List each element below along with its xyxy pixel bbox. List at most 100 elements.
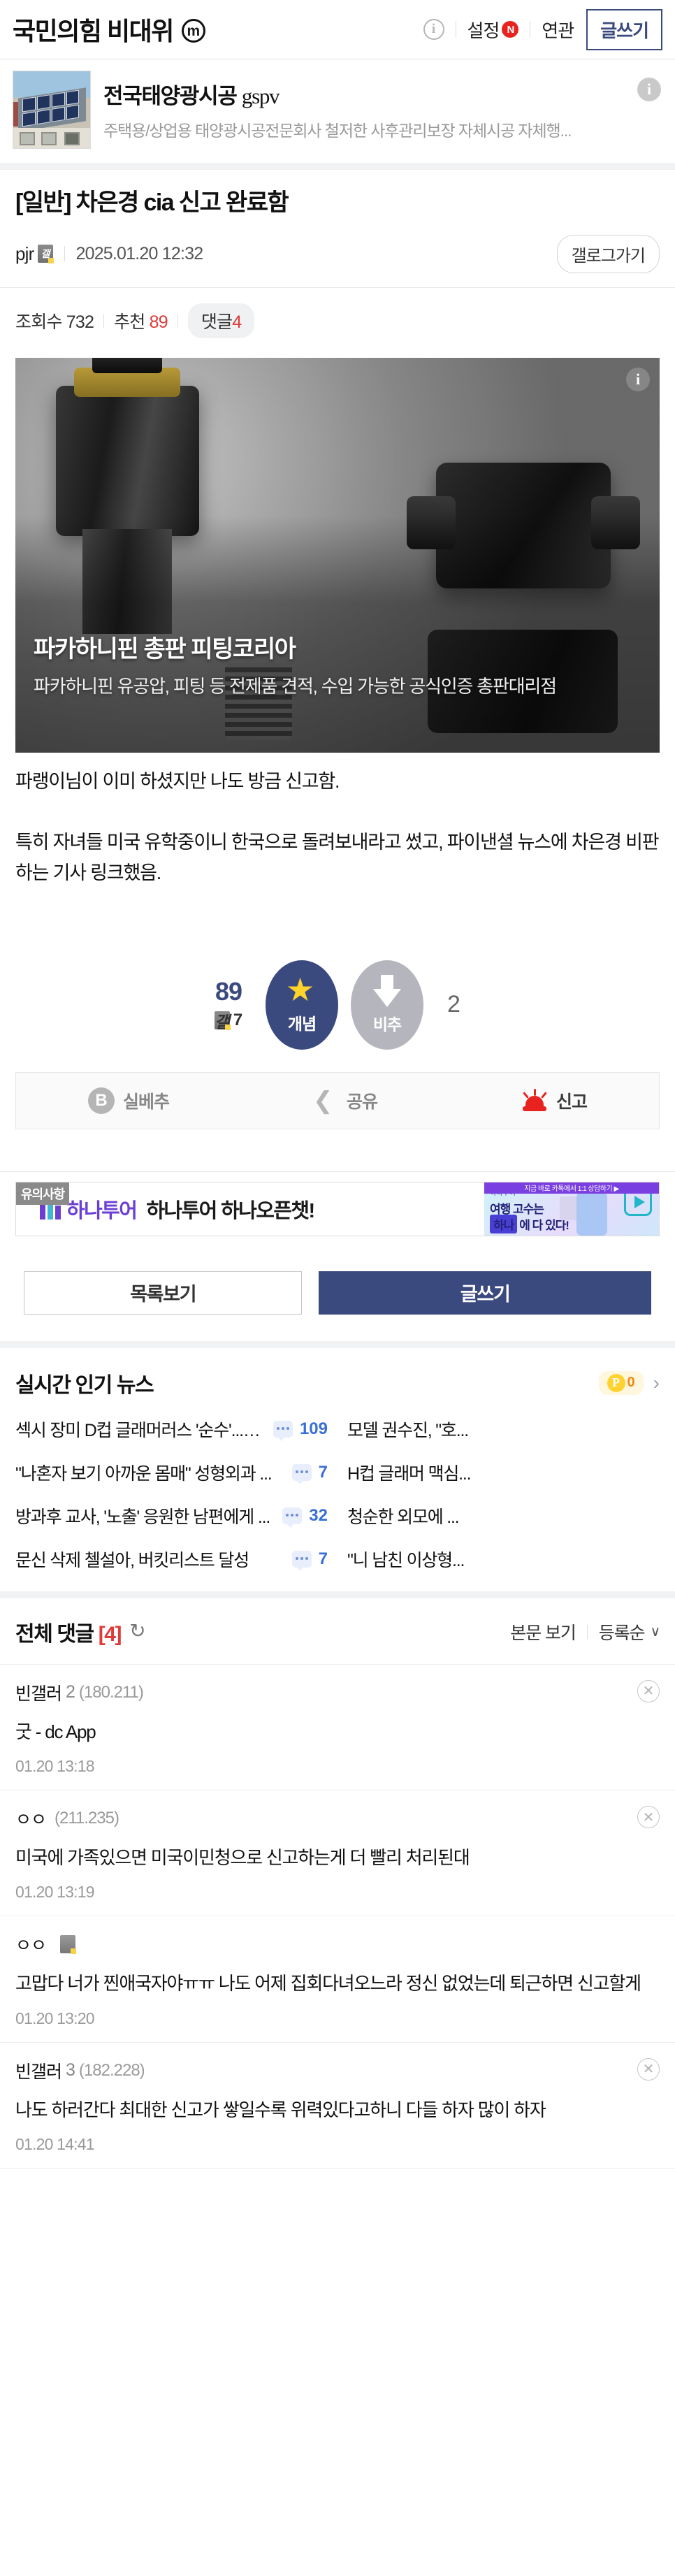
news-item[interactable]: H컵 글래머 맥심...	[347, 1460, 660, 1485]
downvote-label: 비추	[372, 1015, 402, 1034]
news-list: 섹시 장미 D컵 글래머러스 '순수'...새... 109 모델 권수진, "…	[15, 1417, 660, 1572]
app-header: 국민의힘 비대위 m i 설정 N 연관 글쓰기	[0, 0, 675, 59]
comment-author[interactable]: 빈갤러 3 (182.228)	[15, 2058, 660, 2083]
refresh-icon[interactable]: ↻	[129, 1621, 150, 1642]
comments-controls: 본문 보기 등록순 ∨	[510, 1619, 660, 1644]
arrow-down-icon	[373, 974, 401, 1007]
upvote-count-block: 89 갤 7	[204, 977, 253, 1032]
comment-item: 빈갤러 3 (182.228) 나도 하러간다 최대한 신고가 쌓일수록 위력있다…	[0, 2043, 675, 2169]
hana-cta-strip[interactable]: 지금 바로 카톡에서 1:1 상담하기 ▶	[484, 1182, 659, 1194]
close-icon[interactable]: ✕	[637, 1806, 660, 1828]
recommend-label: 추천	[114, 312, 145, 332]
point-badge[interactable]: P 0	[598, 1370, 644, 1395]
news-item-title: 청순한 외모에 ...	[347, 1507, 460, 1527]
top-banner-ad[interactable]: 전국태양광시공 gspv 주택용/상업용 태양광시공전문회사 철저한 사후관리보…	[0, 59, 675, 170]
silbechu-button[interactable]: B 실베추	[87, 1087, 170, 1114]
new-badge-icon: N	[502, 21, 519, 38]
header-write-button[interactable]: 글쓰기	[586, 8, 662, 50]
comment-time: 01.20 14:41	[15, 2134, 95, 2153]
hana-ad-image: 지금 바로 카톡에서 1:1 상담하기 ▶ 하나투어 여행 고수는 하나 에 다…	[484, 1182, 659, 1236]
downvote-button[interactable]: 비추	[351, 960, 423, 1050]
comments-title: 전체 댓글 [4]	[15, 1616, 122, 1647]
news-item[interactable]: 방과후 교사, '노출' 응원한 남편에게 ... 32	[15, 1503, 328, 1528]
post-body: 파랭이님이 이미 하셨지만 나도 방금 신고함. 특히 자녀들 미국 유학중이니…	[0, 753, 675, 889]
view-body-button[interactable]: 본문 보기	[510, 1619, 576, 1644]
report-button[interactable]: 신고	[521, 1088, 588, 1113]
settings-link[interactable]: 설정 N	[467, 17, 519, 43]
comment-bubble-icon	[282, 1507, 303, 1528]
news-item[interactable]: 청순한 외모에 ...	[347, 1503, 660, 1528]
comments-sort-select[interactable]: 등록순 ∨	[599, 1619, 660, 1644]
comment-author[interactable]: 빈갤러 2 (180.211)	[15, 1680, 660, 1705]
post-header: [일반] 차은경 cia 신고 완료함 pjr 갤 2025.01.20 12:…	[0, 170, 675, 287]
inline-ad-info-icon[interactable]: i	[626, 367, 650, 391]
hana-brand-name: 하나투어	[66, 1199, 138, 1222]
comment-time: 01.20 13:20	[15, 2009, 95, 2027]
news-item-title: "니 남친 이상형...	[347, 1550, 465, 1570]
comment-count-pill[interactable]: 댓글4	[187, 303, 255, 338]
comment-author[interactable]: ㅇㅇ	[15, 1932, 660, 1957]
share-label: 공유	[346, 1092, 378, 1112]
gallog-button[interactable]: 갤로그가기	[556, 234, 660, 273]
comment-author-ip: (211.235)	[55, 1809, 119, 1828]
top-ad-thumbnail	[13, 71, 91, 149]
comment-author[interactable]: ㅇㅇ (211.235)	[15, 1806, 660, 1831]
comment-author-ip: (182.228)	[78, 2060, 145, 2080]
hana-ad-copy: 하나투어 하나오픈챗!	[146, 1199, 315, 1222]
news-item-title: 모델 권수진, "호...	[347, 1420, 469, 1440]
stat-divider-1	[103, 313, 105, 328]
comment-author-ip: (180.211)	[78, 1682, 144, 1702]
comment-item: ㅇㅇ (211.235) 미국에 가족있으면 미국이민청으로 신고하는게 더 빨…	[0, 1790, 675, 1917]
post-nav-buttons: 목록보기 글쓰기	[0, 1247, 675, 1341]
views-count: 732	[66, 312, 94, 332]
comment-bubble-icon	[291, 1463, 312, 1484]
ad-info-icon[interactable]: i	[637, 78, 661, 101]
inline-ad-caption: 파카하니핀 총판 피팅코리아 파카하니핀 유공압, 피팅 등 전제품 견적, 수…	[34, 630, 641, 700]
post-content: i 파카하니핀 총판 피팅코리아 파카하니핀 유공압, 피팅 등 전제품 견적,…	[0, 357, 675, 753]
news-item[interactable]: 모델 권수진, "호...	[347, 1417, 660, 1442]
list-view-button[interactable]: 목록보기	[24, 1271, 303, 1315]
top-ad-text: 전국태양광시공 gspv 주택용/상업용 태양광시공전문회사 철저한 사후관리보…	[103, 78, 662, 141]
close-icon[interactable]: ✕	[637, 2057, 660, 2081]
news-item-title: 방과후 교사, '노출' 응원한 남편에게 ...	[15, 1507, 270, 1527]
related-link[interactable]: 연관	[542, 17, 574, 43]
comment-author-name: ㅇㅇ	[15, 1936, 47, 1956]
mobile-badge-icon: m	[181, 19, 205, 43]
news-item[interactable]: "니 남친 이상형...	[347, 1547, 660, 1572]
comment-pill-label: 댓글	[201, 312, 233, 332]
comment-author-name: 빈갤러	[15, 2062, 62, 2082]
news-item[interactable]: "나혼자 보기 아까운 몸매" 성형외과 ... 7	[15, 1460, 328, 1485]
star-icon: ★	[286, 971, 315, 1008]
news-header-right: P 0 ›	[598, 1370, 660, 1395]
post-stats: 조회수 732 추천 89 댓글4	[0, 288, 675, 354]
recommend-stat: 추천 89	[114, 308, 168, 333]
comments-header: 전체 댓글 [4] ↻ 본문 보기 등록순 ∨	[0, 1598, 675, 1665]
news-item[interactable]: 섹시 장미 D컵 글래머러스 '순수'...새... 109	[15, 1417, 328, 1442]
news-item[interactable]: 문신 삭제 첼설아, 버킷리스트 달성 7	[15, 1547, 328, 1572]
hana-ad-section: 유의사항 하나투어 하나투어 하나오픈챗! 지금 바로 카톡에서 1:1 상담하…	[0, 1171, 675, 1247]
news-item-title: 섹시 장미 D컵 글래머러스 '순수'...새...	[15, 1420, 266, 1440]
inline-image-ad[interactable]: i 파카하니핀 총판 피팅코리아 파카하니핀 유공압, 피팅 등 전제품 견적,…	[15, 357, 660, 753]
point-p-icon: P	[607, 1373, 625, 1392]
upvote-label: 개념	[287, 1014, 317, 1033]
comment-item: ㅇㅇ 고맙다 너가 찐애국자야ㅠㅠ 나도 어제 집회다녀오느라 정신 없었는데 …	[0, 1916, 675, 2043]
post-meta: pjr 갤 2025.01.20 12:32 갤로그가기	[15, 234, 660, 273]
share-button[interactable]: ❮ 공유	[313, 1088, 378, 1113]
write-post-button[interactable]: 글쓰기	[319, 1271, 651, 1315]
hana-image-line2-block: 하나 에 다 있다!	[490, 1214, 569, 1233]
meta-divider	[64, 246, 65, 261]
info-icon[interactable]: i	[423, 19, 444, 40]
hana-banner-ad[interactable]: 유의사항 하나투어 하나투어 하나오픈챗! 지금 바로 카톡에서 1:1 상담하…	[15, 1181, 660, 1236]
comment-author-name: ㅇㅇ	[15, 1810, 47, 1830]
views-label: 조회수	[15, 312, 62, 332]
comment-body: 나도 하러간다 최대한 신고가 쌓일수록 위력있다고하니 다들 하자 많이 하자	[15, 2099, 546, 2120]
phone-icon	[576, 1192, 607, 1236]
upvote-count: 89	[215, 977, 242, 1006]
chevron-right-icon[interactable]: ›	[653, 1372, 660, 1394]
recommend-count: 89	[149, 312, 168, 332]
upvote-button[interactable]: ★ 개념	[266, 960, 338, 1050]
post-author[interactable]: pjr 갤	[15, 243, 54, 265]
comments-control-divider	[586, 1624, 588, 1639]
comment-time: 01.20 13:19	[15, 1883, 95, 1902]
close-icon[interactable]: ✕	[637, 1679, 660, 1702]
